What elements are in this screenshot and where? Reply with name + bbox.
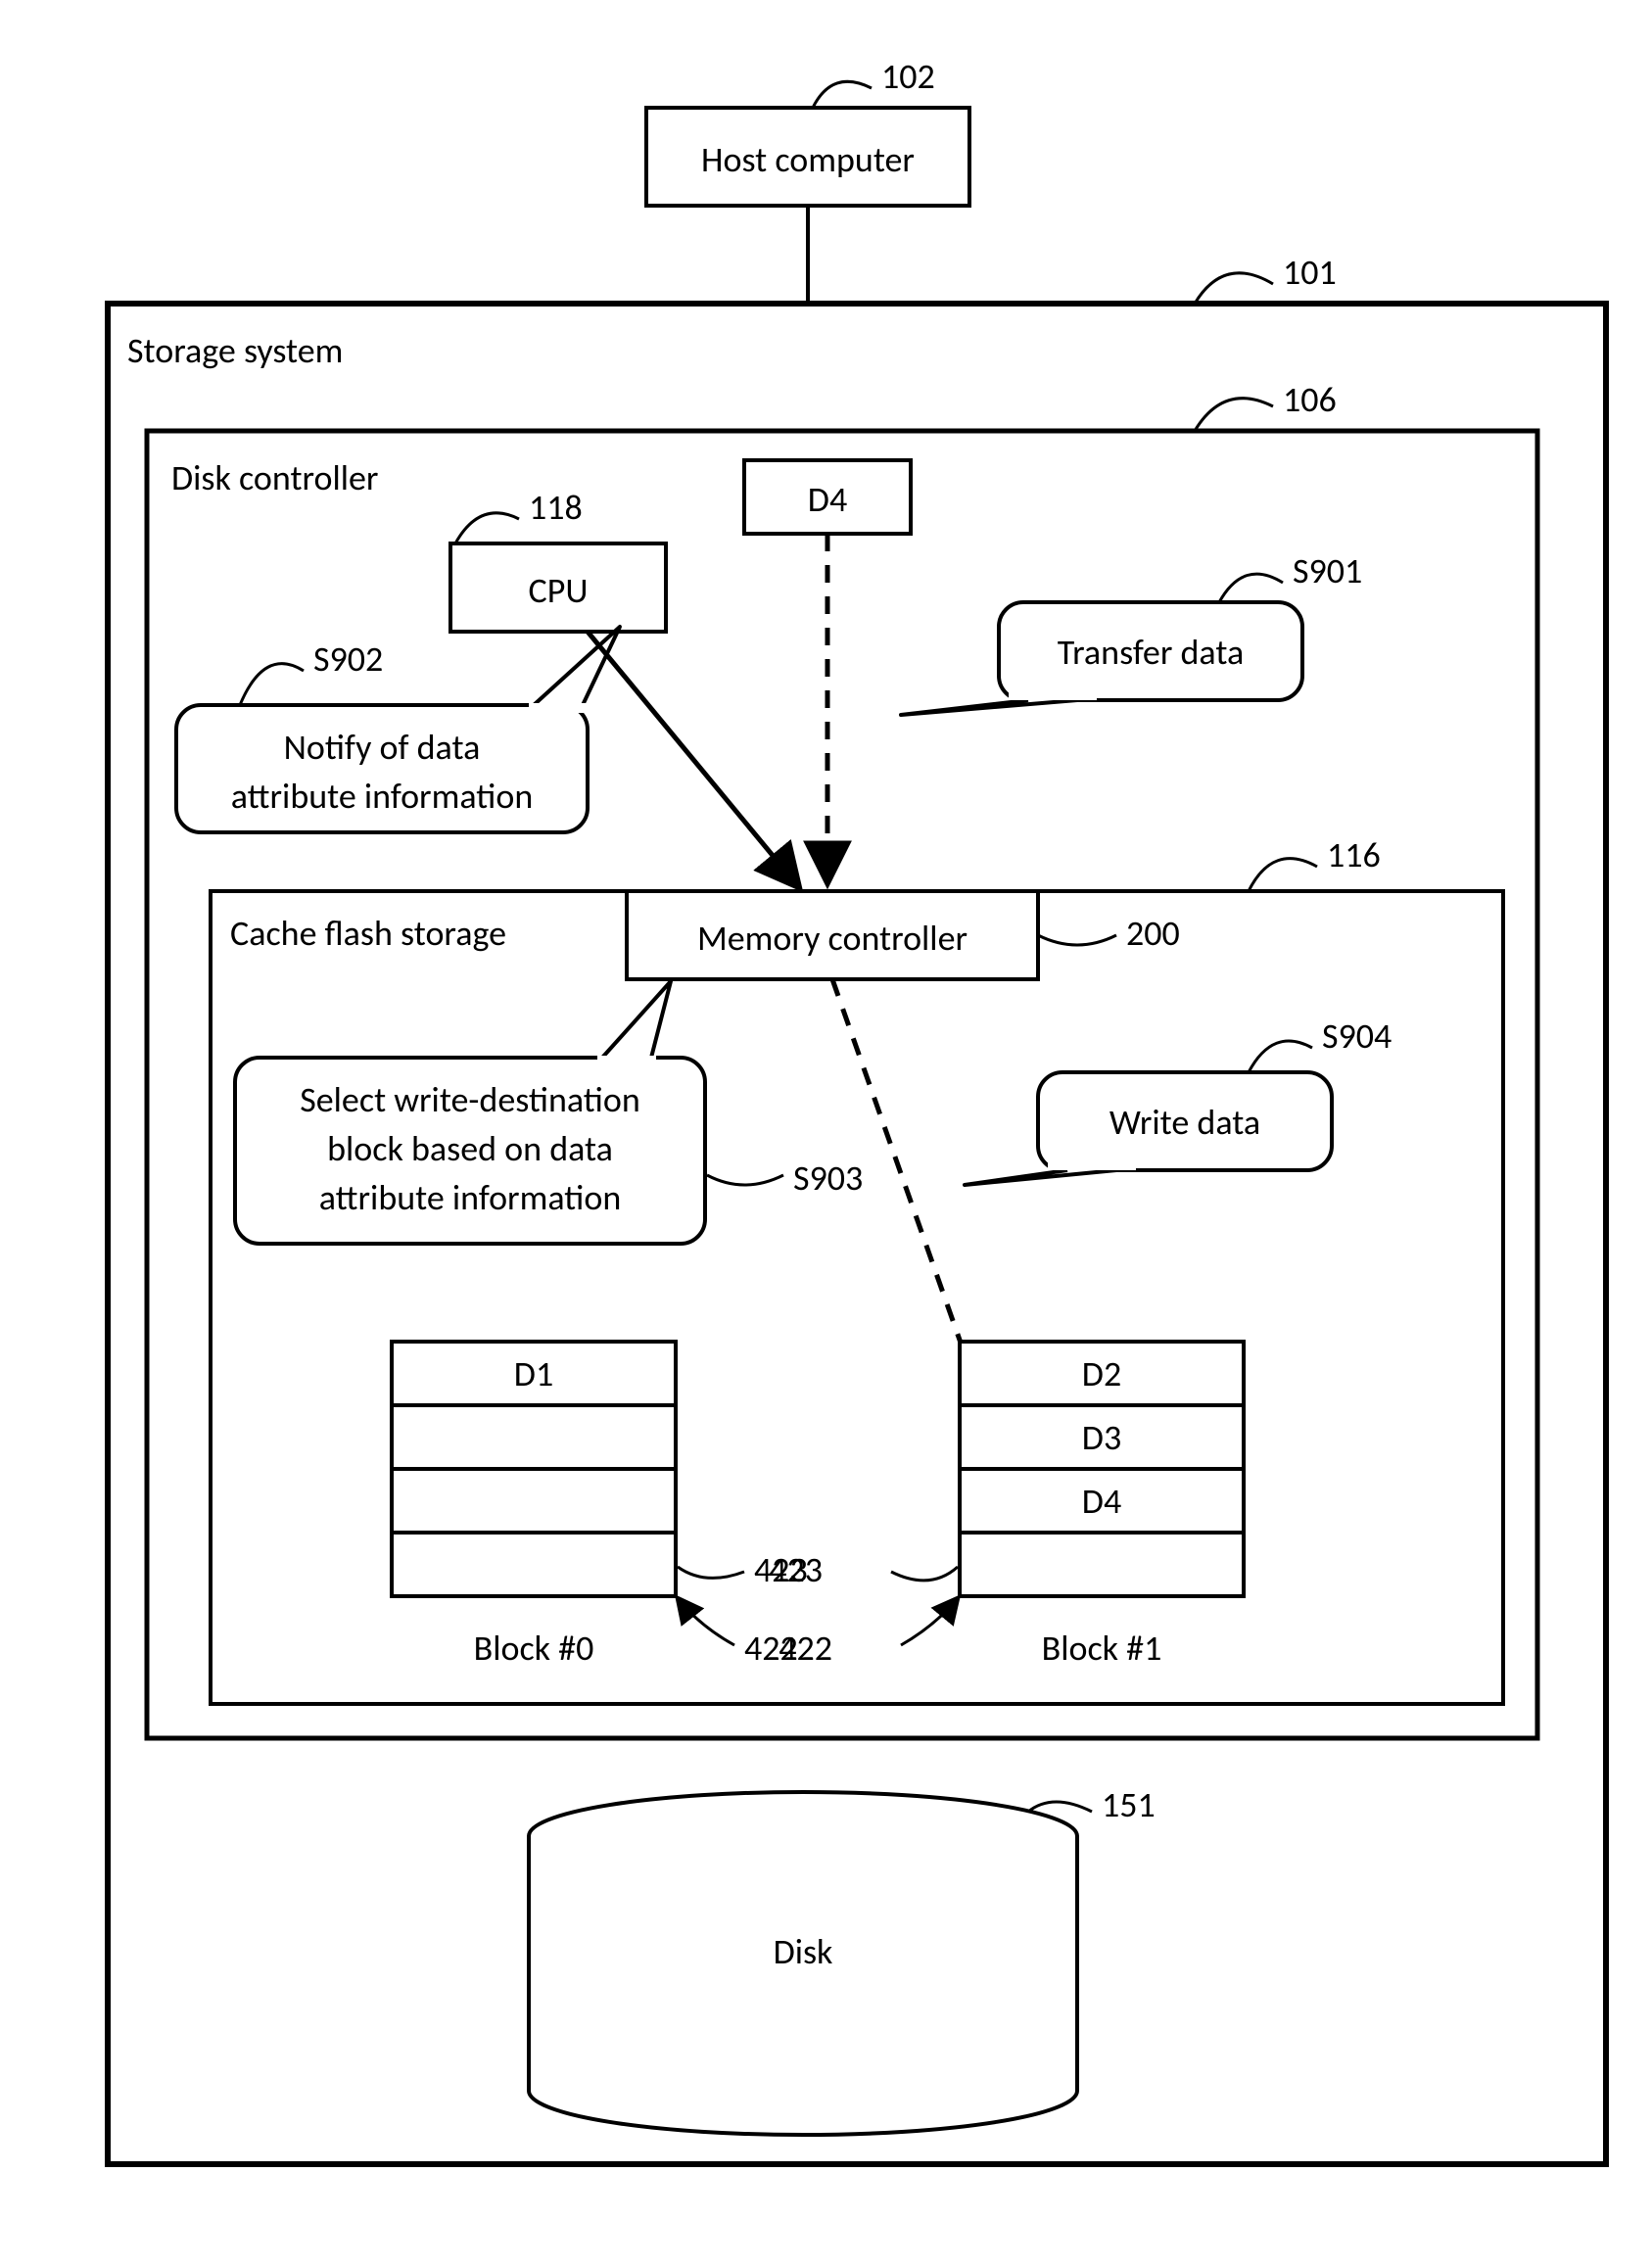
svg-text:423: 423 — [769, 1548, 823, 1591]
svg-text:attribute information: attribute information — [319, 1176, 621, 1219]
block-0-label: Block #0 — [474, 1627, 594, 1670]
callout-s904: Write data — [965, 1072, 1332, 1185]
ref-s903: S903 — [707, 1157, 863, 1200]
svg-text:151: 151 — [1102, 1783, 1156, 1826]
ref-106: 106 — [1195, 378, 1337, 431]
block-1: D2 D3 D4 Block #1 — [960, 1342, 1244, 1670]
svg-text:Select write-destination: Select write-destination — [300, 1078, 640, 1121]
d4-buffer-box: D4 — [744, 460, 911, 534]
svg-text:S902: S902 — [313, 638, 383, 681]
cpu-label: CPU — [529, 569, 589, 612]
svg-text:200: 200 — [1126, 912, 1180, 955]
arrow-cpu-to-mc — [588, 632, 798, 886]
svg-text:attribute information: attribute information — [231, 775, 533, 818]
ref-200: 200 — [1038, 912, 1180, 955]
svg-text:D1: D1 — [514, 1352, 553, 1395]
svg-text:422: 422 — [779, 1627, 832, 1670]
disk-controller-label: Disk controller — [171, 456, 378, 499]
svg-text:D4: D4 — [1082, 1480, 1121, 1523]
svg-text:S904: S904 — [1322, 1015, 1392, 1058]
ref-101: 101 — [1195, 251, 1337, 304]
callout-s901: Transfer data — [901, 602, 1302, 715]
svg-text:D3: D3 — [1082, 1416, 1121, 1459]
ref-s904: S904 — [1249, 1015, 1392, 1072]
svg-text:Transfer data: Transfer data — [1058, 631, 1244, 674]
svg-text:Write data: Write data — [1109, 1101, 1260, 1144]
svg-text:S901: S901 — [1293, 549, 1362, 592]
svg-text:106: 106 — [1283, 378, 1337, 421]
storage-system-label: Storage system — [127, 329, 343, 372]
ref-102: 102 — [813, 55, 935, 108]
host-computer-label: Host computer — [701, 138, 915, 181]
ref-423-right: 423 — [769, 1548, 958, 1591]
cache-flash-storage-label: Cache flash storage — [230, 912, 506, 955]
svg-text:S903: S903 — [793, 1157, 863, 1200]
ref-s901: S901 — [1219, 549, 1362, 602]
svg-text:Notify of data: Notify of data — [284, 726, 481, 769]
ref-116: 116 — [1249, 833, 1381, 891]
svg-text:D2: D2 — [1082, 1352, 1121, 1395]
disk-label: Disk — [774, 1930, 833, 1973]
d4-buffer-label: D4 — [808, 478, 847, 521]
svg-text:101: 101 — [1283, 251, 1337, 294]
svg-text:118: 118 — [529, 486, 583, 529]
svg-text:116: 116 — [1327, 833, 1381, 876]
ref-118: 118 — [455, 486, 583, 543]
host-computer-box: Host computer — [646, 108, 969, 206]
disk-cylinder: Disk — [529, 1792, 1077, 2135]
ref-422-right: 422 — [779, 1598, 958, 1670]
diagram-root: Host computer 102 Storage system 101 Dis… — [20, 20, 1652, 2247]
memory-controller-label: Memory controller — [697, 917, 968, 960]
callout-s903: Select write-destination block based on … — [235, 981, 705, 1244]
svg-text:102: 102 — [881, 55, 935, 98]
svg-text:block based on data: block based on data — [327, 1127, 613, 1170]
callout-s902: Notify of data attribute information — [176, 627, 620, 832]
cpu-box: CPU — [450, 543, 666, 632]
block-0: D1 Block #0 — [392, 1342, 676, 1670]
ref-s902: S902 — [240, 638, 383, 705]
memory-controller-box: Memory controller — [627, 891, 1038, 979]
block-1-label: Block #1 — [1042, 1627, 1162, 1670]
